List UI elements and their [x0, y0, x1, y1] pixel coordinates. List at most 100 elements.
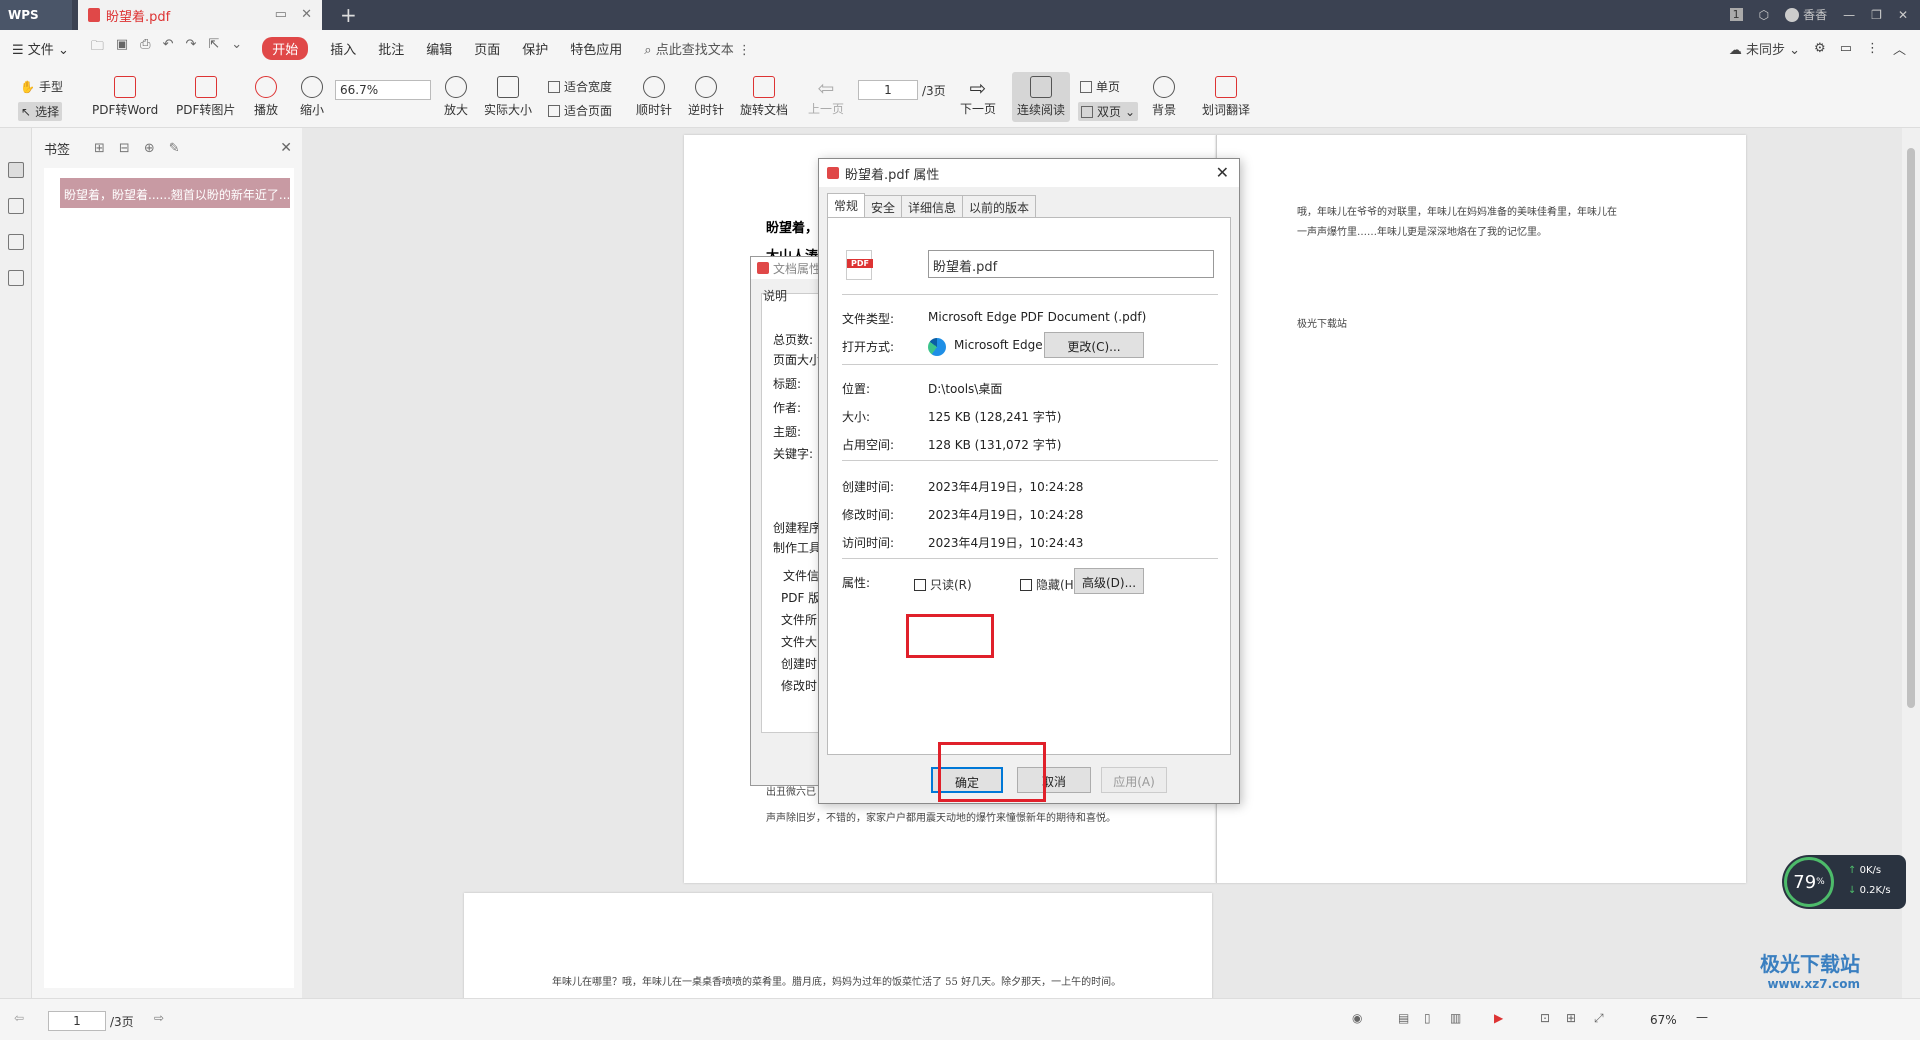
eye-protection-icon[interactable]: ◉: [1352, 1011, 1362, 1025]
translate-button[interactable]: 划词翻译: [1202, 76, 1250, 118]
comment-icon[interactable]: ▭: [1840, 41, 1852, 56]
collapse-ribbon-icon[interactable]: ︿: [1893, 39, 1906, 58]
single-view-icon[interactable]: ▯: [1424, 1011, 1431, 1025]
bookmark-panel: 书签 ⊞ ⊟ ⊕ ✎ ✕ 盼望着，盼望着......翘首以盼的新年近了...: [32, 128, 302, 998]
prop-label: 总页数:: [773, 333, 814, 347]
fullscreen-icon[interactable]: ⤢: [1594, 1011, 1604, 1026]
hidden-checkbox[interactable]: 隐藏(H): [1020, 576, 1078, 593]
play-icon[interactable]: ▶: [1494, 1011, 1503, 1025]
skin-icon[interactable]: ⬡: [1759, 8, 1769, 22]
print-icon[interactable]: ⎙: [140, 37, 150, 59]
close-tab-icon[interactable]: ✕: [301, 7, 312, 22]
continuous-view-icon[interactable]: ▤: [1398, 1011, 1409, 1025]
menu-features[interactable]: 特色应用: [570, 39, 622, 58]
settings-icon[interactable]: ⚙: [1814, 41, 1826, 56]
play-button[interactable]: 播放: [254, 76, 278, 118]
minimize-icon[interactable]: —: [1843, 8, 1855, 22]
pdf-page-2: 哦，年味儿在爷爷的对联里，年味儿在妈妈准备的美味佳肴里，年味儿在 一声声爆竹里……: [1216, 135, 1746, 883]
page-number-input[interactable]: 1: [858, 80, 918, 100]
zoom-in-icon: [445, 76, 467, 98]
user-account[interactable]: 香香: [1785, 6, 1827, 23]
menu-page[interactable]: 页面: [474, 39, 500, 58]
more-icon[interactable]: ⋮: [1866, 41, 1879, 56]
attachment-icon[interactable]: [8, 270, 24, 286]
save-icon[interactable]: ▣: [116, 37, 128, 59]
advanced-button[interactable]: 高级(D)...: [1074, 568, 1144, 594]
sync-status[interactable]: ☁ 未同步 ⌄: [1729, 39, 1800, 58]
annotation-icon[interactable]: [8, 234, 24, 250]
select-tool[interactable]: ↖ 选择: [18, 102, 63, 121]
redo-icon[interactable]: ↷: [185, 37, 196, 59]
readonly-checkbox[interactable]: 只读(R): [914, 576, 972, 593]
zoom-out-label: 缩小: [300, 103, 325, 117]
fit-page-button[interactable]: 适合页面: [548, 102, 612, 119]
open-folder-icon[interactable]: 🗀: [91, 37, 104, 59]
tab-description[interactable]: 说明: [763, 287, 787, 304]
prev-page-icon[interactable]: ⇦: [14, 1011, 24, 1025]
new-tab-button[interactable]: +: [340, 3, 357, 27]
hand-tool[interactable]: ✋ 手型: [20, 78, 63, 95]
pdf-to-word-button[interactable]: PDF转Word: [92, 76, 158, 118]
file-type-value: Microsoft Edge PDF Document (.pdf): [928, 310, 1147, 324]
fit-width-button[interactable]: 适合宽度: [548, 78, 612, 95]
fit-width-icon[interactable]: ⊡: [1540, 1011, 1550, 1025]
fit-page-icon[interactable]: ⊞: [1566, 1011, 1576, 1025]
scrollbar-thumb[interactable]: [1907, 148, 1915, 708]
document-tab[interactable]: 盼望着.pdf ▭ ✕: [78, 0, 322, 30]
rotate-document-button[interactable]: 旋转文档: [740, 76, 788, 118]
menu-annotate[interactable]: 批注: [378, 39, 404, 58]
search-text[interactable]: ⌕ 点此查找文本 ⋮: [644, 39, 751, 58]
network-speed-widget[interactable]: 79% ↑ 0K/s ↓ 0.2K/s: [1782, 855, 1906, 909]
bookmark-list: 盼望着，盼望着......翘首以盼的新年近了...: [44, 168, 294, 988]
background-button[interactable]: 背景: [1152, 76, 1176, 118]
expand-icon[interactable]: ⊞: [94, 141, 105, 156]
double-view-icon[interactable]: ▥: [1450, 1011, 1461, 1025]
thumbnail-icon[interactable]: [8, 198, 24, 214]
menu-insert[interactable]: 插入: [330, 39, 356, 58]
zoom-out-icon[interactable]: —: [1696, 1010, 1708, 1024]
export-icon[interactable]: ⇱: [208, 37, 219, 59]
rotate-clockwise-button[interactable]: 顺时针: [636, 76, 672, 118]
add-bookmark-icon[interactable]: ⊕: [144, 141, 155, 156]
zoom-out-button[interactable]: 缩小: [300, 76, 324, 118]
file-menu[interactable]: ☰ 文件 ⌄: [12, 39, 69, 58]
sync-label: 未同步: [1745, 42, 1785, 58]
readonly-highlight: [906, 614, 994, 658]
single-page-button[interactable]: 单页: [1080, 78, 1120, 95]
rotate-counterclockwise-button[interactable]: 逆时针: [688, 76, 724, 118]
menu-edit[interactable]: 编辑: [426, 39, 452, 58]
zoom-select[interactable]: 66.7%: [335, 80, 431, 100]
tab-general[interactable]: 常规: [827, 193, 866, 219]
close-icon[interactable]: ✕: [1216, 163, 1229, 182]
filename-input[interactable]: 盼望着.pdf: [928, 250, 1214, 278]
close-window-icon[interactable]: ✕: [1898, 8, 1908, 22]
pdf-to-image-button[interactable]: PDF转图片: [176, 76, 235, 118]
float-window-icon[interactable]: ▭: [275, 7, 287, 22]
close-panel-icon[interactable]: ✕: [280, 140, 292, 156]
menu-protect[interactable]: 保护: [522, 39, 548, 58]
wps-home-tab[interactable]: WPS: [0, 0, 72, 30]
actual-size-icon: [497, 76, 519, 98]
collapse-icon[interactable]: ⊟: [119, 141, 130, 156]
next-page-icon[interactable]: ⇨: [154, 1011, 164, 1025]
more-dropdown-icon[interactable]: ⌄: [231, 37, 242, 59]
bookmark-panel-icon[interactable]: [8, 162, 24, 178]
next-page-button[interactable]: ⇨ 下一页: [960, 76, 996, 117]
change-button[interactable]: 更改(C)...: [1044, 332, 1144, 358]
checkbox-box: [914, 578, 926, 591]
file-type-row: 文件类型: Microsoft Edge PDF Document (.pdf): [842, 310, 1146, 327]
status-page-input[interactable]: 1: [48, 1011, 106, 1031]
edit-bookmark-icon[interactable]: ✎: [169, 141, 180, 156]
menu-start[interactable]: 开始: [262, 36, 309, 60]
apply-button[interactable]: 应用(A): [1101, 767, 1167, 793]
zoom-percent[interactable]: 67%: [1650, 1013, 1677, 1027]
restore-icon[interactable]: ❐: [1871, 8, 1882, 22]
zoom-in-button[interactable]: 放大: [444, 76, 468, 118]
continuous-read-button[interactable]: 连续阅读: [1012, 72, 1070, 122]
prev-page-button[interactable]: ⇦ 上一页: [808, 76, 844, 117]
actual-size-button[interactable]: 实际大小: [484, 76, 532, 118]
undo-icon[interactable]: ↶: [163, 37, 174, 59]
double-page-button[interactable]: 双页 ⌄: [1078, 102, 1139, 121]
window-count-badge[interactable]: 1: [1729, 8, 1743, 21]
bookmark-item[interactable]: 盼望着，盼望着......翘首以盼的新年近了...: [60, 178, 290, 208]
